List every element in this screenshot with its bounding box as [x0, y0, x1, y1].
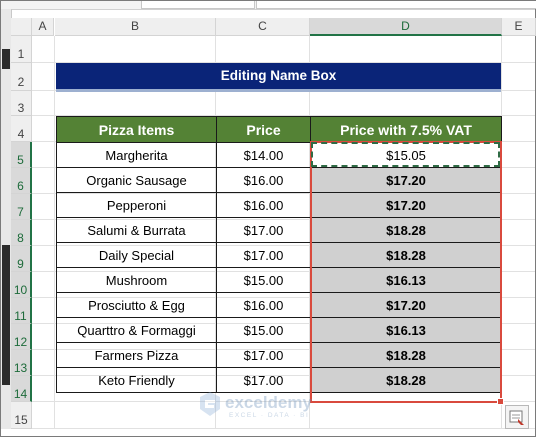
- row-header-10[interactable]: 10: [11, 272, 32, 298]
- table-row: Pepperoni $16.00 $17.20: [56, 192, 502, 218]
- cell-price[interactable]: $16.00: [216, 192, 311, 218]
- tab[interactable]: [256, 1, 536, 9]
- cell-price[interactable]: $17.00: [216, 217, 311, 243]
- cell-price-with-vat[interactable]: $18.28: [310, 242, 502, 268]
- header-price[interactable]: Price: [216, 116, 311, 143]
- cell-price-with-vat[interactable]: $16.13: [310, 267, 502, 293]
- exceldemy-logo-icon: [200, 392, 220, 416]
- exceldemy-logo: exceldemy EXCEL · DATA · BI: [199, 391, 344, 421]
- thumbnail-strip: [2, 245, 10, 385]
- row-header-4[interactable]: 4: [11, 116, 32, 142]
- tab-strip: [1, 1, 536, 10]
- cell-price-with-vat[interactable]: $17.20: [310, 167, 502, 193]
- cell-pizza-item[interactable]: Organic Sausage: [56, 167, 217, 193]
- table-row: Quarttro & Formaggi $15.00 $16.13: [56, 317, 502, 343]
- table-row: Margherita $14.00 $15.05: [56, 142, 502, 168]
- cell-price[interactable]: $14.00: [216, 142, 311, 168]
- cell-pizza-item[interactable]: Mushroom: [56, 267, 217, 293]
- row-header-2[interactable]: 2: [11, 63, 32, 91]
- cell-pizza-item[interactable]: Prosciutto & Egg: [56, 292, 217, 318]
- row-header-8[interactable]: 8: [11, 220, 32, 246]
- table-row: Mushroom $15.00 $16.13: [56, 267, 502, 293]
- thumbnail-strip: [2, 49, 10, 69]
- cell-price[interactable]: $15.00: [216, 317, 311, 343]
- row-header-12[interactable]: 12: [11, 324, 32, 350]
- row-header-3[interactable]: 3: [11, 91, 32, 116]
- row-header-5[interactable]: 5: [11, 142, 32, 168]
- cell-price-with-vat[interactable]: $18.28: [310, 342, 502, 368]
- sheet-title: Editing Name Box: [56, 63, 501, 89]
- cell-pizza-item[interactable]: Margherita: [56, 142, 217, 168]
- table-row: Prosciutto & Egg $16.00 $17.20: [56, 292, 502, 318]
- cell-pizza-item[interactable]: Farmers Pizza: [56, 342, 217, 368]
- cell-price-with-vat[interactable]: $15.05: [310, 142, 502, 168]
- cell-price[interactable]: $16.00: [216, 292, 311, 318]
- row-header-1[interactable]: 1: [11, 36, 32, 63]
- row-header-7[interactable]: 7: [11, 194, 32, 220]
- table-row: Organic Sausage $16.00 $17.20: [56, 167, 502, 193]
- table-row: Farmers Pizza $17.00 $18.28: [56, 342, 502, 368]
- select-all-corner[interactable]: [11, 18, 32, 36]
- gridline: [54, 36, 55, 429]
- table-row: Salumi & Burrata $17.00 $18.28: [56, 217, 502, 243]
- pizza-price-table: Pizza Items Price Price with 7.5% VAT Ma…: [56, 116, 502, 393]
- header-pizza-items[interactable]: Pizza Items: [56, 116, 217, 143]
- cell-price-with-vat[interactable]: $17.20: [310, 192, 502, 218]
- gridline: [32, 428, 535, 429]
- row-header-15[interactable]: 15: [11, 402, 32, 429]
- cell-price-with-vat[interactable]: $18.28: [310, 217, 502, 243]
- title-underline: [56, 89, 501, 92]
- header-price-with-vat[interactable]: Price with 7.5% VAT: [310, 116, 502, 143]
- column-header-e[interactable]: E: [502, 18, 536, 36]
- cell-price[interactable]: $15.00: [216, 267, 311, 293]
- row-header-6[interactable]: 6: [11, 168, 32, 194]
- quick-analysis-icon[interactable]: [505, 405, 529, 429]
- cell-price[interactable]: $17.00: [216, 342, 311, 368]
- row-header-14[interactable]: 14: [11, 376, 32, 402]
- table-header-row: Pizza Items Price Price with 7.5% VAT: [56, 116, 502, 143]
- row-header-13[interactable]: 13: [11, 350, 32, 376]
- column-header-c[interactable]: C: [216, 18, 310, 36]
- column-header-d[interactable]: D: [310, 18, 502, 36]
- watermark-tagline: EXCEL · DATA · BI: [229, 412, 310, 419]
- column-header-a[interactable]: A: [32, 18, 54, 36]
- cell-pizza-item[interactable]: Keto Friendly: [56, 367, 217, 393]
- column-header-b[interactable]: B: [55, 18, 216, 36]
- cell-pizza-item[interactable]: Quarttro & Formaggi: [56, 317, 217, 343]
- cell-pizza-item[interactable]: Daily Special: [56, 242, 217, 268]
- tab[interactable]: [141, 1, 255, 9]
- cell-price-with-vat[interactable]: $16.13: [310, 317, 502, 343]
- row-header-11[interactable]: 11: [11, 298, 32, 324]
- cell-price[interactable]: $16.00: [216, 167, 311, 193]
- table-row: Daily Special $17.00 $18.28: [56, 242, 502, 268]
- cell-price[interactable]: $17.00: [216, 242, 311, 268]
- cell-pizza-item[interactable]: Salumi & Burrata: [56, 217, 217, 243]
- table-row: Keto Friendly $17.00 $18.28: [56, 367, 502, 393]
- cell-price[interactable]: $17.00: [216, 367, 311, 393]
- row-header-9[interactable]: 9: [11, 246, 32, 272]
- cell-price-with-vat[interactable]: $18.28: [310, 367, 502, 393]
- watermark-name: exceldemy: [225, 393, 312, 412]
- spreadsheet-window: ABCDE 1 2 3 4 5 6 7 8 9 10 11 12 13 14 15 Editing Name…: [0, 0, 536, 437]
- cell-price-with-vat[interactable]: $17.20: [310, 292, 502, 318]
- cell-pizza-item[interactable]: Pepperoni: [56, 192, 217, 218]
